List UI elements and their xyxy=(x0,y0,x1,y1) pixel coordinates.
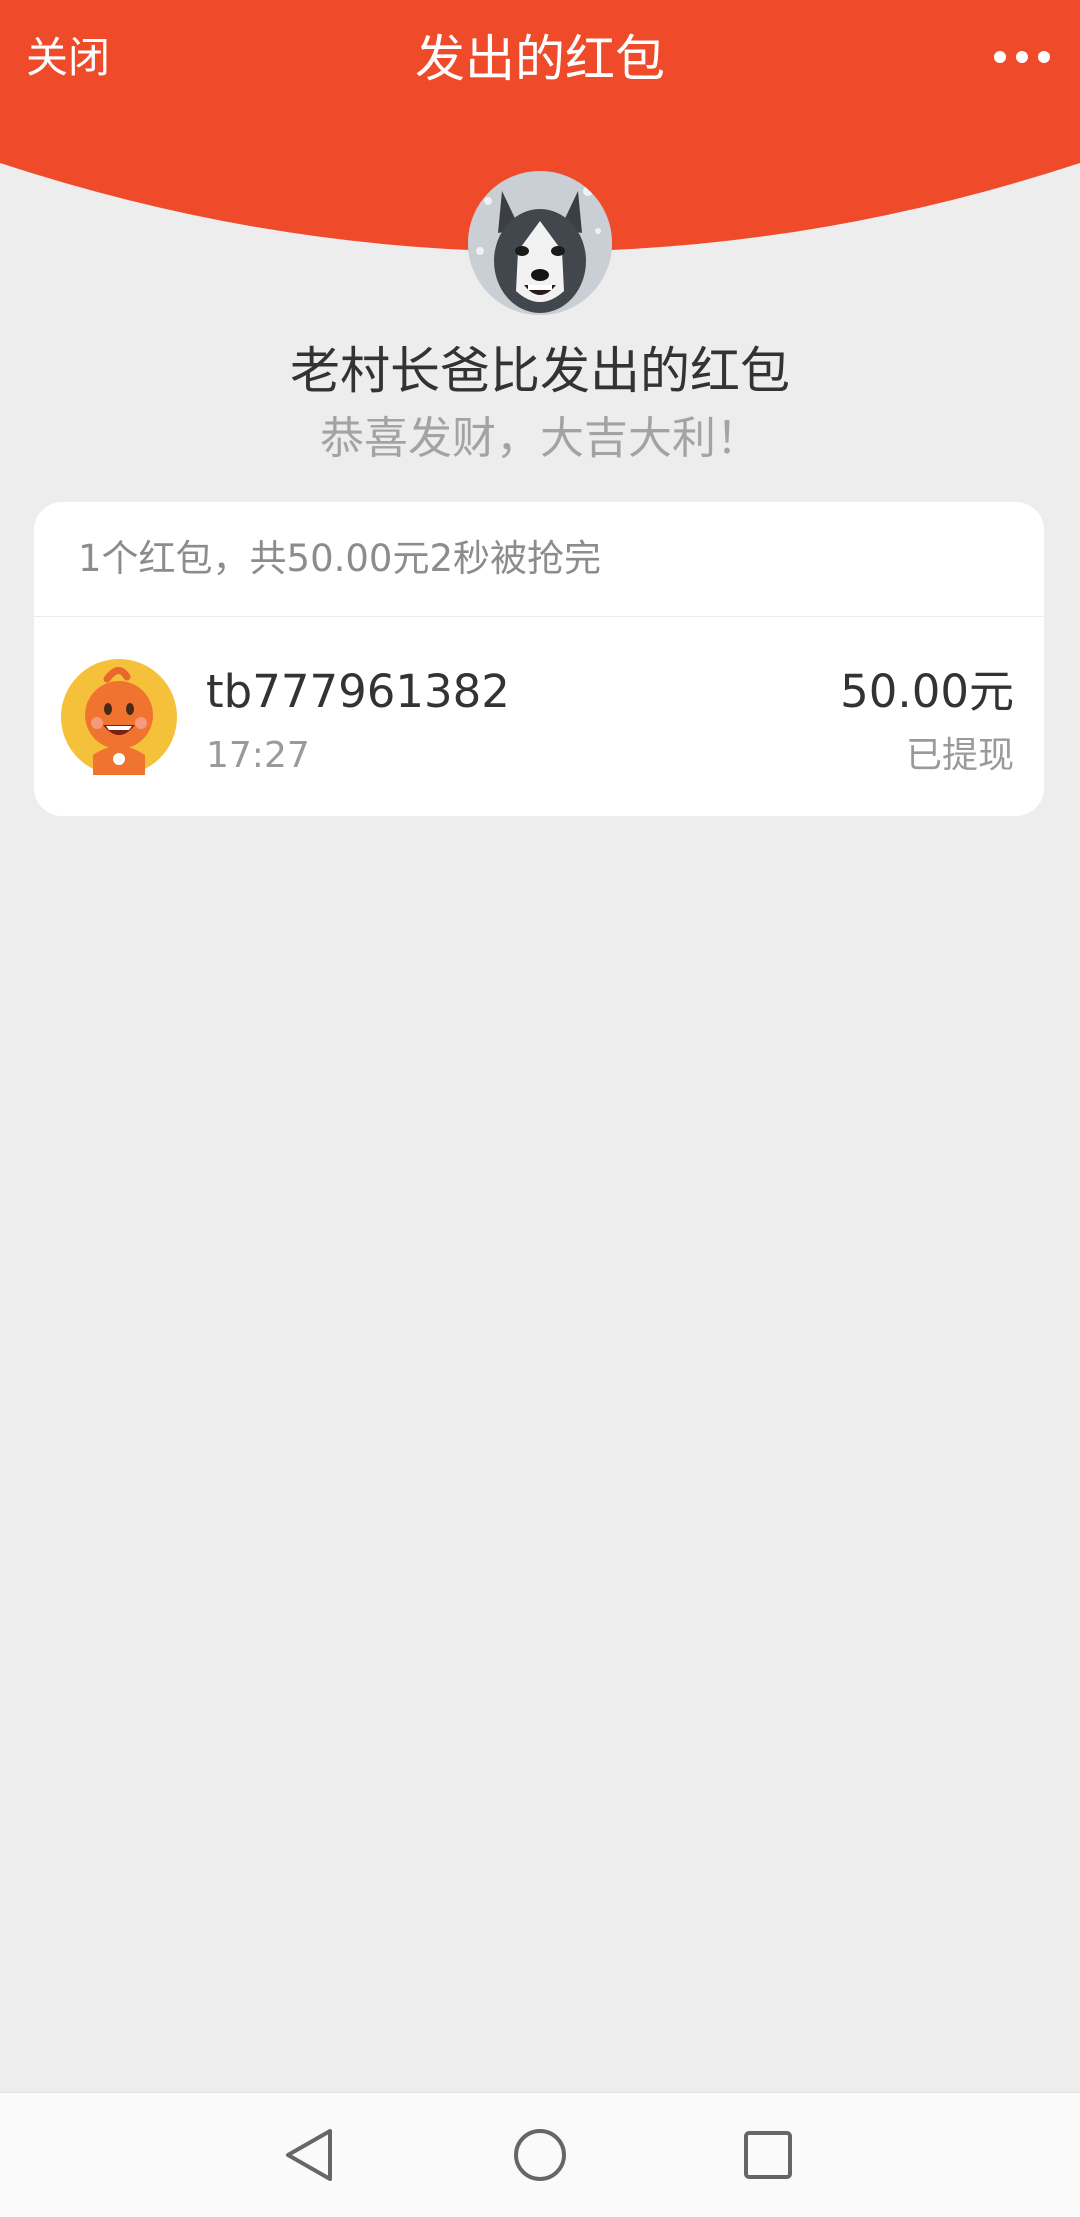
packet-summary: 1个红包，共50.00元2秒被抢完 xyxy=(34,502,1044,617)
orange-cartoon-avatar xyxy=(61,659,177,775)
receive-time: 17:27 xyxy=(206,735,310,776)
sender-avatar[interactable] xyxy=(468,171,612,315)
receive-amount: 50.00元 xyxy=(840,665,1014,718)
recents-square-icon[interactable] xyxy=(728,2115,808,2195)
page-title: 发出的红包 xyxy=(415,30,665,88)
blessing-text: 恭喜发财，大吉大利！ xyxy=(320,413,760,464)
list-item[interactable]: tb777961382 17:27 50.00元 已提现 xyxy=(34,617,1044,816)
husky-dog-avatar xyxy=(468,171,612,315)
more-dots-icon[interactable] xyxy=(982,22,1062,92)
home-circle-icon[interactable] xyxy=(500,2115,580,2195)
receiver-name: tb777961382 xyxy=(206,665,510,718)
back-triangle-icon[interactable] xyxy=(270,2115,350,2195)
system-navigation-bar xyxy=(0,2092,1080,2217)
sender-name: 老村长爸比发出的红包 xyxy=(290,342,790,400)
status-text: 已提现 xyxy=(905,735,1014,776)
red-packet-card: 1个红包，共50.00元2秒被抢完 tb777961382 17:27 50.0… xyxy=(34,502,1044,816)
